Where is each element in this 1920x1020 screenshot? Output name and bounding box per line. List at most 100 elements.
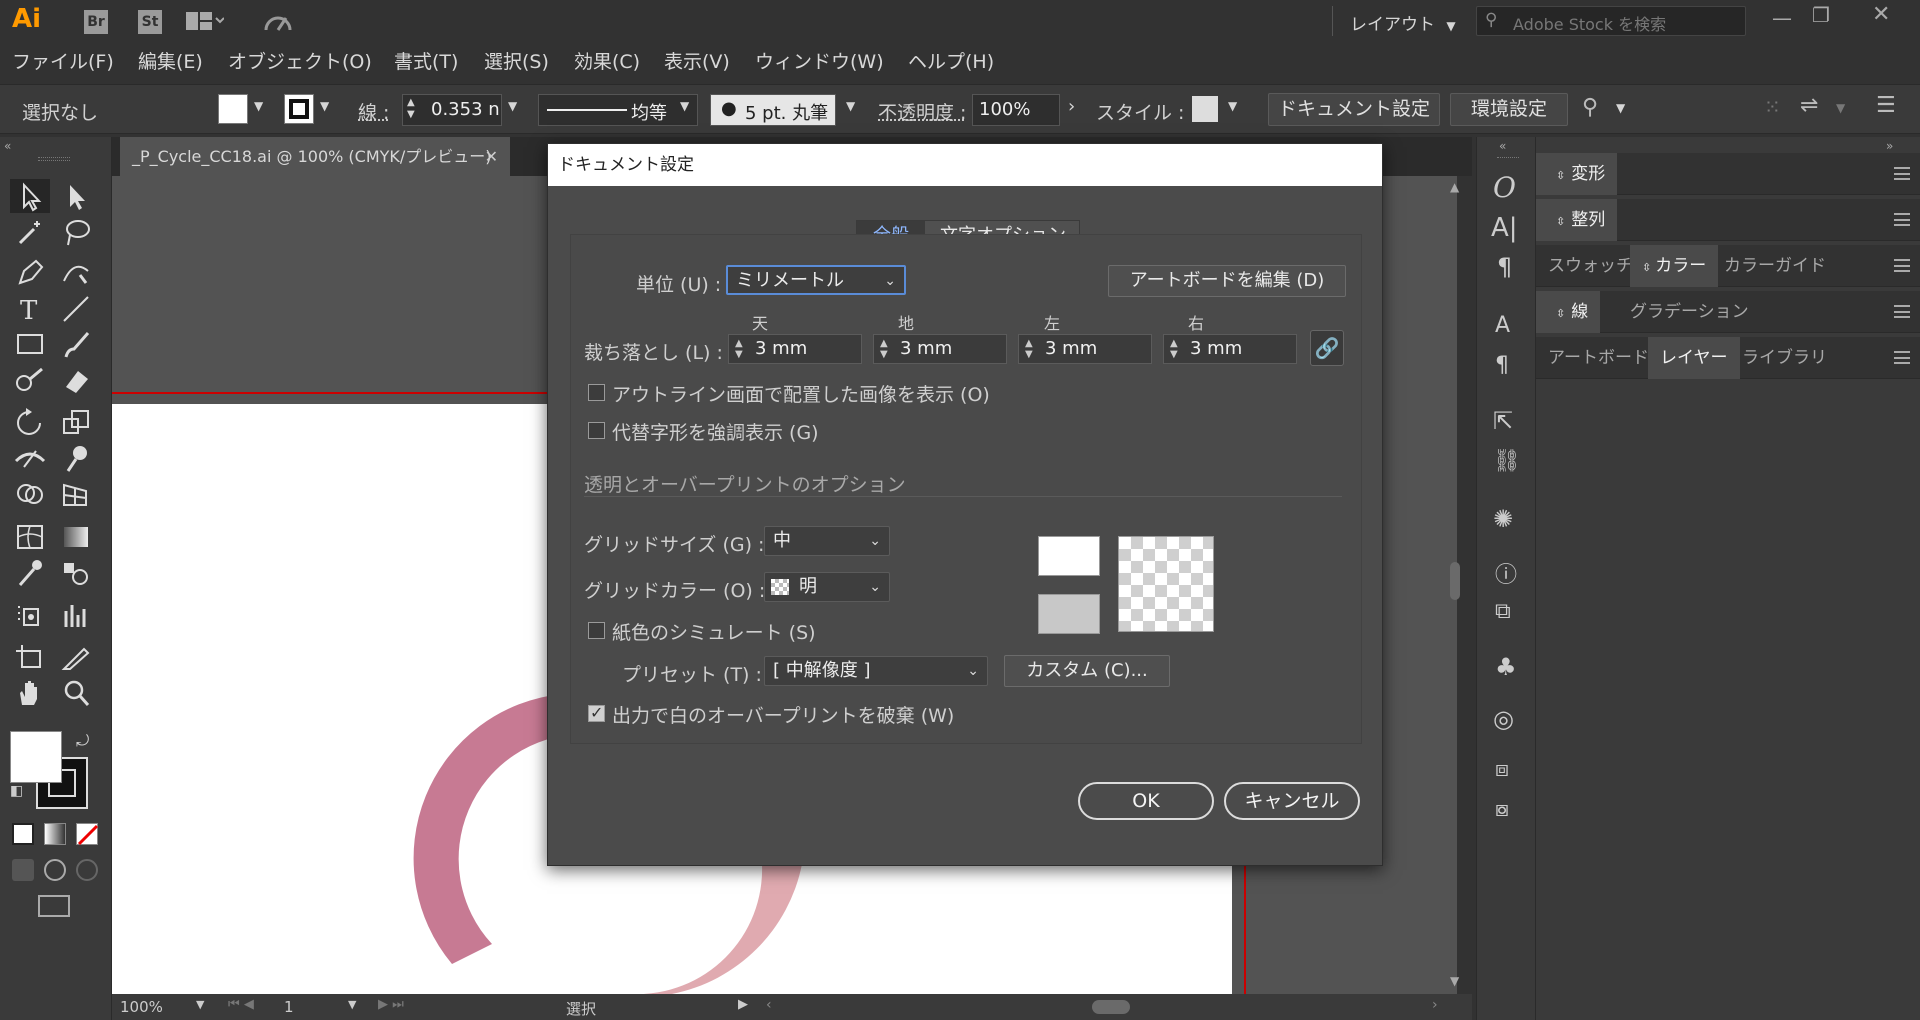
transform-dropdown-icon[interactable]: ▼: [1836, 101, 1845, 115]
brush-dropdown-icon[interactable]: ▼: [846, 99, 855, 113]
simulate-paper-checkbox[interactable]: [588, 622, 605, 639]
scroll-down-icon[interactable]: ▼: [1450, 974, 1459, 988]
workspace-switcher[interactable]: レイアウト ▼: [1350, 10, 1456, 35]
shape-builder-tool-icon[interactable]: [10, 477, 50, 511]
ok-button[interactable]: OK: [1078, 782, 1214, 820]
slice-tool-icon[interactable]: [56, 639, 96, 673]
close-tab-icon[interactable]: ✕: [485, 137, 498, 176]
stock-button[interactable]: St: [138, 10, 162, 34]
scroll-left-icon[interactable]: ‹: [766, 997, 772, 1013]
tab-layers[interactable]: レイヤー: [1648, 337, 1740, 379]
align-grid-icon[interactable]: ⁙: [1764, 95, 1781, 119]
menu-view[interactable]: 表示(V): [664, 47, 730, 74]
stroke-swatch[interactable]: [284, 94, 314, 124]
vertical-scrollbar[interactable]: [1450, 562, 1460, 600]
appearance-icon[interactable]: ✺: [1493, 505, 1513, 533]
artboard-number[interactable]: 1: [284, 998, 294, 1016]
stepper-icon[interactable]: ▲ ▼: [735, 338, 743, 360]
preset-select[interactable]: [ 中解像度 ] ⌄: [764, 656, 988, 686]
curvature-tool-icon[interactable]: [56, 255, 96, 289]
character-icon[interactable]: A|: [1491, 213, 1518, 243]
gradient-tool-icon[interactable]: [56, 519, 96, 553]
line-tool-icon[interactable]: [56, 291, 96, 325]
eraser-tool-icon[interactable]: [56, 363, 96, 397]
stroke-weight-dropdown-icon[interactable]: ▼: [508, 99, 517, 113]
selection-tool-icon[interactable]: [10, 179, 50, 213]
eyedropper-tool-icon[interactable]: [10, 555, 50, 589]
panel-menu-icon[interactable]: [1894, 259, 1910, 272]
direct-selection-tool-icon[interactable]: [56, 179, 96, 213]
bleed-left-input[interactable]: ▲ ▼ 3 mm: [1018, 334, 1152, 364]
menu-object[interactable]: オブジェクト(O): [228, 47, 372, 74]
artboard-tool-icon[interactable]: [10, 639, 50, 673]
pen-tool-icon[interactable]: [10, 255, 50, 289]
scroll-right-icon[interactable]: ›: [1432, 997, 1438, 1013]
gradient-mode-icon[interactable]: [44, 823, 66, 845]
brush-definition[interactable]: ● 5 pt. 丸筆: [710, 94, 836, 126]
menu-effect[interactable]: 効果(C): [574, 47, 640, 74]
grid-color-swatch-light[interactable]: [1038, 536, 1100, 576]
export-icon[interactable]: ⇱: [1493, 407, 1513, 435]
tab-gradient[interactable]: グラデーション: [1618, 291, 1761, 333]
lasso-tool-icon[interactable]: [56, 215, 96, 249]
stepper-icon[interactable]: ▲ ▼: [1025, 338, 1033, 360]
transform-icon[interactable]: ⇌: [1800, 93, 1818, 118]
transform-panel-header[interactable]: ⇳ 変形: [1536, 153, 1920, 195]
stroke-dropdown-icon[interactable]: ▼: [320, 99, 329, 113]
grip-icon[interactable]: [38, 157, 70, 161]
fill-swatch[interactable]: [218, 94, 248, 124]
tab-color-guide[interactable]: カラーガイド: [1712, 245, 1838, 287]
arrow-segment-right[interactable]: [632, 864, 802, 994]
grid-color-swatch-dark[interactable]: [1038, 594, 1100, 634]
stepper-icon[interactable]: ▲ ▼: [407, 97, 415, 121]
fill-color-indicator[interactable]: [10, 731, 62, 783]
paragraph-icon[interactable]: ¶: [1497, 253, 1512, 281]
tab-align[interactable]: ⇳ 整列: [1536, 199, 1618, 241]
symbols-icon[interactable]: ♣: [1495, 653, 1517, 681]
color-mode-icon[interactable]: [12, 823, 34, 845]
show-images-outline-checkbox[interactable]: [588, 384, 605, 401]
arrange-documents-icon[interactable]: [186, 12, 225, 30]
rotate-tool-icon[interactable]: [10, 405, 50, 439]
mesh-tool-icon[interactable]: [10, 519, 50, 553]
draw-behind-icon[interactable]: [44, 859, 66, 881]
align-panel-header[interactable]: ⇳ 整列: [1536, 199, 1920, 241]
menu-select[interactable]: 選択(S): [484, 47, 549, 74]
style-dropdown-icon[interactable]: ▼: [1228, 99, 1237, 113]
puppet-warp-tool-icon[interactable]: [56, 441, 96, 475]
menu-edit[interactable]: 編集(E): [138, 47, 203, 74]
blend-tool-icon[interactable]: [56, 555, 96, 589]
opacity-input[interactable]: 100%: [972, 94, 1060, 126]
close-button[interactable]: ✕: [1872, 2, 1890, 27]
last-page-icon[interactable]: ▶ ⏭: [378, 997, 404, 1012]
panel-menu-icon[interactable]: [1894, 305, 1910, 318]
zoom-tool-icon[interactable]: [56, 675, 96, 709]
gpu-performance-icon[interactable]: [262, 8, 294, 39]
horizontal-scrollbar[interactable]: [1092, 1000, 1130, 1014]
panel-menu-icon[interactable]: [1894, 167, 1910, 180]
shaper-tool-icon[interactable]: [10, 363, 50, 397]
expand-panels-icon[interactable]: «: [1499, 139, 1506, 153]
artboard-dropdown-icon[interactable]: ▼: [348, 998, 356, 1011]
stepper-icon[interactable]: ▲ ▼: [1170, 338, 1178, 360]
links-icon[interactable]: ⛓: [1493, 449, 1521, 474]
units-select[interactable]: ミリメートル ⌄: [726, 265, 906, 295]
collapse-panels-icon[interactable]: »: [1886, 139, 1893, 153]
menu-file[interactable]: ファイル(F): [12, 47, 114, 74]
link-bleed-icon[interactable]: 🔗: [1310, 330, 1344, 366]
symbol-sprayer-tool-icon[interactable]: [10, 597, 50, 631]
panel-menu-icon[interactable]: [1894, 351, 1910, 364]
default-colors-icon[interactable]: ◧: [10, 783, 23, 799]
stroke-weight-input[interactable]: ▲ ▼ 0.353 n: [402, 94, 502, 126]
scroll-up-icon[interactable]: ▲: [1450, 180, 1459, 194]
panel-menu-icon[interactable]: [1894, 213, 1910, 226]
cancel-button[interactable]: キャンセル: [1224, 782, 1360, 820]
document-setup-button[interactable]: ドキュメント設定: [1268, 93, 1440, 126]
none-mode-icon[interactable]: [76, 823, 99, 846]
pin-icon[interactable]: ⚲: [1582, 95, 1598, 120]
perspective-grid-tool-icon[interactable]: [56, 477, 96, 511]
collapse-icon[interactable]: «: [4, 139, 11, 153]
variable-width-profile[interactable]: 均等: [538, 94, 698, 126]
status-menu-icon[interactable]: ▶: [738, 997, 748, 1012]
custom-button[interactable]: カスタム (C)...: [1004, 655, 1170, 687]
